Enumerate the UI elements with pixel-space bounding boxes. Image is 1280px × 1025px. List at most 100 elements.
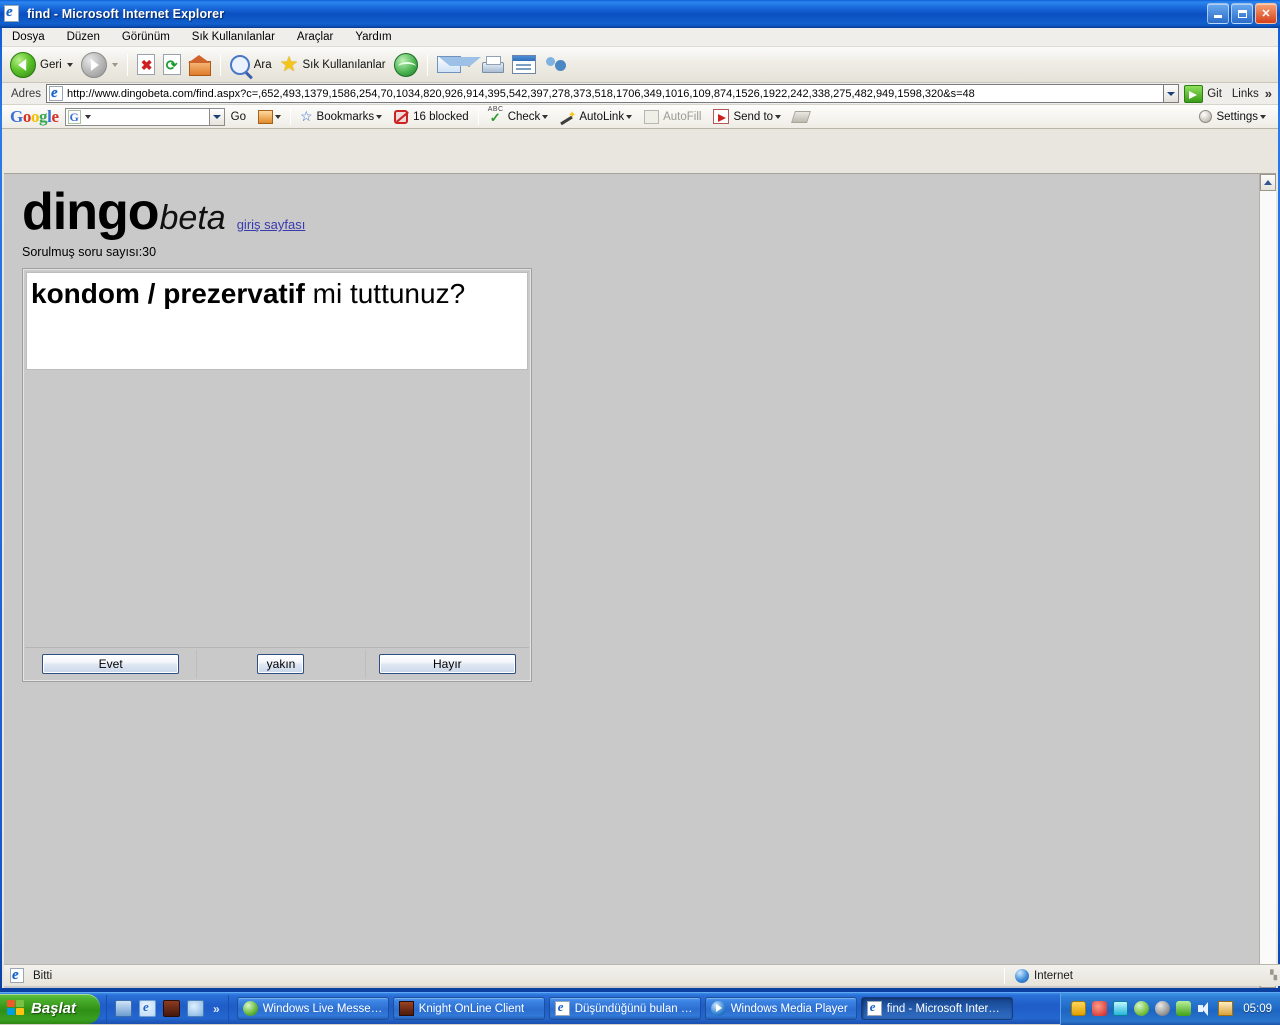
status-message-area: Bitti	[4, 967, 1004, 984]
windows-taskbar: Başlat » Windows Live Messe… Knight OnLi…	[0, 992, 1280, 1025]
volume-icon[interactable]	[1197, 1001, 1212, 1016]
mail-button[interactable]	[433, 50, 481, 80]
chevron-down-icon[interactable]	[84, 114, 91, 119]
search-button[interactable]: Ara	[226, 50, 276, 80]
links-button[interactable]: Links »	[1228, 86, 1276, 101]
home-page-link[interactable]: giriş sayfası	[237, 217, 306, 232]
chevron-down-icon[interactable]	[376, 114, 383, 119]
taskbar-clock[interactable]: 05:09	[1243, 1003, 1272, 1015]
taskbar-item-messenger[interactable]: Windows Live Messe…	[236, 997, 389, 1020]
taskbar-item-knight-online[interactable]: Knight OnLine Client	[392, 997, 545, 1020]
show-desktop-icon[interactable]	[115, 1000, 132, 1017]
go-button[interactable]: Git	[1179, 84, 1228, 103]
updates-icon[interactable]	[1176, 1001, 1192, 1016]
google-autolink-button[interactable]: AutoLink	[554, 110, 638, 124]
taskbar-item-media-player[interactable]: Windows Media Player	[704, 997, 857, 1020]
answer-close-button[interactable]: yakın	[257, 653, 305, 674]
media-shortcut-icon[interactable]	[187, 1000, 204, 1017]
question-text: kondom / prezervatif mi tuttunuz?	[31, 279, 523, 309]
window-client-area: Dosya Düzen Görünüm Sık Kullanılanlar Ar…	[2, 28, 1280, 988]
google-sendto-button[interactable]: Send to	[707, 109, 787, 124]
menu-item-araclar[interactable]: Araçlar	[297, 30, 343, 44]
chevron-down-icon[interactable]	[66, 62, 73, 67]
refresh-button[interactable]: ⟳	[159, 50, 185, 80]
back-button[interactable]: Geri	[6, 50, 77, 80]
knight-online-icon	[398, 1001, 414, 1016]
chevron-down-icon[interactable]	[626, 114, 633, 119]
chevron-down-icon[interactable]	[542, 114, 549, 119]
google-page-tools-button[interactable]	[252, 109, 287, 124]
disc-icon[interactable]	[1155, 1001, 1171, 1016]
antivirus-icon[interactable]	[1092, 1001, 1108, 1016]
chevron-down-icon[interactable]	[274, 114, 281, 119]
google-go-button[interactable]: Go	[225, 111, 252, 123]
highlight-icon	[791, 110, 812, 123]
answer-no-button[interactable]: Hayır	[378, 653, 516, 674]
answer-cell-no: Hayır	[366, 648, 529, 679]
google-search-dropdown[interactable]	[208, 108, 224, 125]
address-input[interactable]: http://www.dingobeta.com/find.aspx?c=,65…	[46, 84, 1164, 103]
close-button[interactable]: ✕	[1255, 3, 1277, 24]
menu-item-duzen[interactable]: Düzen	[67, 30, 110, 44]
security-shield-icon[interactable]	[1071, 1001, 1087, 1016]
page-tools-icon	[257, 109, 273, 124]
go-arrow-icon	[1184, 84, 1204, 103]
security-zone-area[interactable]: Internet ▚	[1005, 968, 1280, 983]
question-text-box: kondom / prezervatif mi tuttunuz?	[26, 272, 528, 370]
stop-button[interactable]: ✖	[133, 50, 159, 80]
google-bookmarks-button[interactable]: ☆ Bookmarks	[294, 108, 388, 125]
resize-grip[interactable]: ▚	[1270, 970, 1278, 981]
autofill-label: AutoFill	[663, 110, 702, 123]
knight-online-icon[interactable]	[163, 1000, 180, 1017]
taskbar-item-find-ie[interactable]: find - Microsoft Inter…	[860, 997, 1013, 1020]
title-bar: find - Microsoft Internet Explorer ✕	[0, 0, 1280, 28]
google-settings-button[interactable]: Settings	[1199, 110, 1274, 123]
home-button[interactable]	[185, 50, 215, 80]
edit-button[interactable]	[508, 50, 540, 80]
network-icon[interactable]	[1113, 1001, 1129, 1016]
question-panel: kondom / prezervatif mi tuttunuz? Evet y…	[22, 268, 532, 682]
page-icon	[49, 85, 64, 102]
vertical-scrollbar[interactable]	[1259, 174, 1276, 988]
chevron-double-right-icon[interactable]: »	[1265, 86, 1272, 101]
check-label: Check	[507, 110, 541, 123]
stop-icon: ✖	[136, 54, 155, 75]
window-title: find - Microsoft Internet Explorer	[27, 6, 225, 21]
start-button[interactable]: Başlat	[0, 993, 100, 1024]
start-button-label: Başlat	[31, 1000, 77, 1017]
question-count-label: Sorulmuş soru sayısı:30	[22, 245, 157, 259]
menu-item-gorunum[interactable]: Görünüm	[122, 30, 180, 44]
chevron-down-icon[interactable]	[1260, 114, 1266, 119]
google-popup-blocker[interactable]: 16 blocked	[388, 109, 475, 124]
minimize-button[interactable]	[1207, 3, 1229, 24]
scroll-up-button[interactable]	[1260, 174, 1276, 191]
maximize-button[interactable]	[1231, 3, 1253, 24]
spellcheck-icon: ABC ✓	[487, 106, 504, 125]
menu-item-sik-kullanilanlar[interactable]: Sık Kullanılanlar	[192, 30, 285, 44]
menu-item-dosya[interactable]: Dosya	[12, 30, 55, 44]
chevron-down-icon[interactable]	[775, 114, 782, 119]
taskbar-item-dusundugunu-bulan[interactable]: Düşündüğünü bulan …	[548, 997, 701, 1020]
address-dropdown-button[interactable]	[1163, 84, 1180, 103]
address-bar: Adres http://www.dingobeta.com/find.aspx…	[2, 83, 1278, 105]
forward-arrow-icon	[80, 51, 107, 78]
google-autofill-button[interactable]: AutoFill	[638, 109, 707, 124]
app-tray-icon[interactable]	[1218, 1001, 1234, 1016]
forward-button[interactable]	[77, 50, 122, 80]
taskbar-item-label: Knight OnLine Client	[418, 1002, 525, 1015]
send-to-icon	[713, 109, 730, 124]
toolbar-divider	[426, 53, 428, 76]
scrollbar-track[interactable]	[1260, 191, 1276, 971]
google-highlight-button[interactable]	[787, 110, 815, 123]
internet-explorer-icon[interactable]	[139, 999, 156, 1017]
messenger-tray-icon[interactable]	[1134, 1001, 1150, 1016]
google-spellcheck-button[interactable]: ABC ✓ Check	[482, 106, 555, 125]
history-button[interactable]	[390, 50, 422, 80]
favorites-button[interactable]: ★ Sık Kullanılanlar	[276, 50, 390, 80]
messenger-button[interactable]	[540, 50, 572, 80]
answer-yes-button[interactable]: Evet	[42, 653, 180, 674]
quick-launch-more-icon[interactable]: »	[213, 1002, 220, 1016]
menu-item-yardim[interactable]: Yardım	[355, 30, 401, 44]
autolink-label: AutoLink	[579, 110, 625, 123]
google-search-input[interactable]: G	[64, 107, 225, 126]
